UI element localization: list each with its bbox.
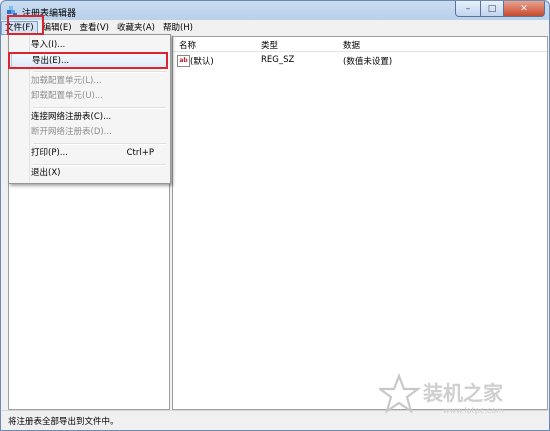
menu-item-label: 加载配置单元(L)...: [31, 76, 102, 86]
menu-help[interactable]: 帮助(H): [160, 21, 196, 35]
string-value-icon: ab: [177, 55, 190, 67]
value-type: REG_SZ: [261, 55, 295, 65]
window-controls: – □ ✕: [455, 1, 545, 17]
menu-separator: [33, 143, 166, 145]
maximize-icon: □: [487, 3, 497, 14]
menu-item-exit[interactable]: 退出(X): [11, 166, 168, 181]
export-item-highlight-box: [8, 52, 168, 69]
column-type[interactable]: 类型: [261, 39, 278, 51]
value-row-default[interactable]: ab (默认) REG_SZ (数值未设置): [173, 55, 547, 68]
menu-item-print[interactable]: 打印(P)... Ctrl+P: [11, 146, 168, 161]
menu-item-unload-hive[interactable]: 卸载配置单元(U)...: [11, 89, 168, 104]
close-button[interactable]: ✕: [504, 1, 545, 17]
minimize-icon: –: [465, 3, 471, 14]
menu-item-label: 退出(X): [31, 168, 61, 178]
registry-values-pane[interactable]: 名称 类型 数据 ab (默认) REG_SZ (数值未设置): [172, 36, 548, 410]
menu-item-shortcut: Ctrl+P: [126, 148, 154, 158]
menu-item-load-hive[interactable]: 加载配置单元(L)...: [11, 74, 168, 89]
file-menu-highlight-box: [7, 15, 44, 35]
menu-favorites[interactable]: 收藏夹(A): [114, 21, 158, 35]
maximize-button[interactable]: □: [481, 1, 504, 17]
menu-item-label: 连接网络注册表(C)...: [31, 112, 112, 122]
minimize-button[interactable]: –: [455, 1, 481, 17]
column-data[interactable]: 数据: [343, 39, 360, 51]
menu-edit[interactable]: 编辑(E): [40, 21, 75, 35]
menu-view[interactable]: 查看(V): [77, 21, 112, 35]
menu-item-label: 导入(I)...: [31, 40, 66, 50]
title-bar[interactable]: 注册表编辑器 – □ ✕: [1, 1, 549, 21]
column-name[interactable]: 名称: [179, 39, 196, 51]
menu-item-connect-network-registry[interactable]: 连接网络注册表(C)...: [11, 110, 168, 125]
values-column-header: 名称 类型 数据: [173, 37, 547, 52]
status-text: 将注册表全部导出到文件中。: [8, 417, 119, 427]
menu-item-label: 断开网络注册表(D)...: [31, 127, 112, 137]
menu-separator: [33, 107, 166, 109]
close-icon: ✕: [520, 3, 528, 14]
menu-item-label: 卸载配置单元(U)...: [31, 91, 103, 101]
value-name: (默认): [190, 57, 214, 67]
menu-item-import[interactable]: 导入(I)...: [11, 38, 168, 53]
registry-editor-window: 注册表编辑器 – □ ✕ 文件(F) 编辑(E) 查看(V) 收藏夹(A) 帮助…: [0, 0, 550, 431]
menu-item-label: 打印(P)...: [31, 148, 68, 158]
status-bar: 将注册表全部导出到文件中。: [1, 410, 549, 430]
menu-item-disconnect-network-registry[interactable]: 断开网络注册表(D)...: [11, 125, 168, 140]
menu-bar: 文件(F) 编辑(E) 查看(V) 收藏夹(A) 帮助(H): [1, 20, 549, 35]
menu-separator: [33, 71, 166, 73]
value-data: (数值未设置): [343, 57, 393, 67]
